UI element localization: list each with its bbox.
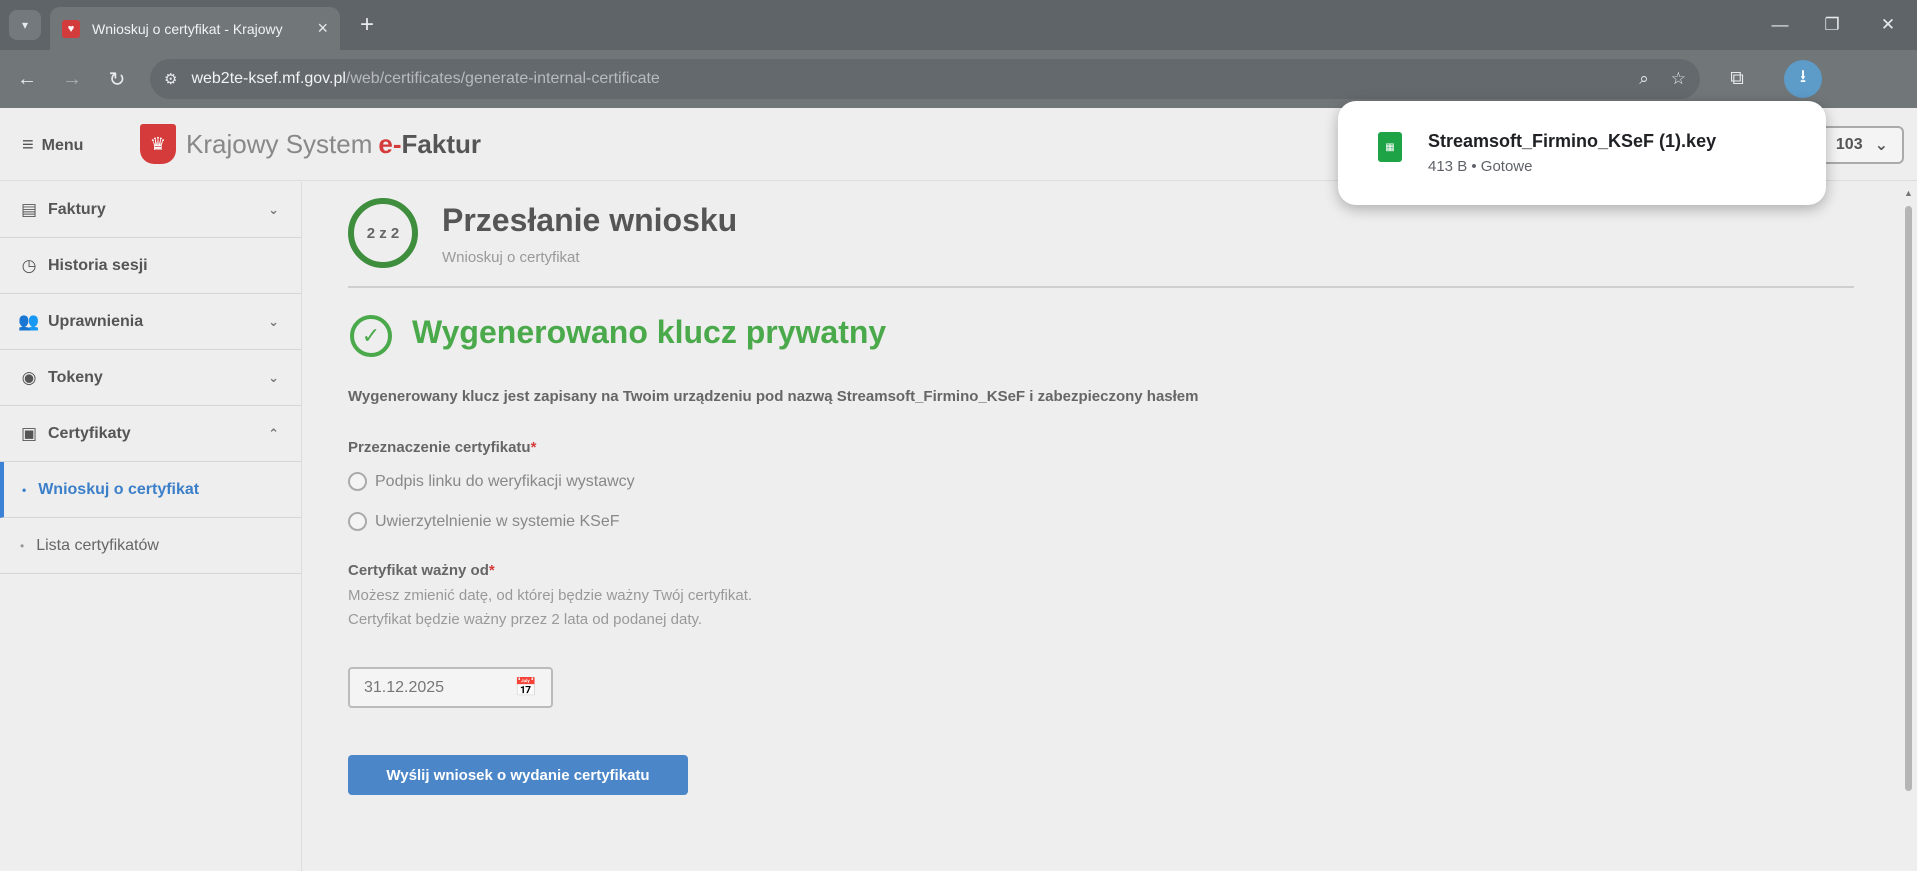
- clock-icon: ◷: [21, 255, 37, 275]
- certificate-icon: ▣: [20, 423, 38, 443]
- sidebar-item-label: Historia sesji: [48, 256, 148, 274]
- url-host: web2te-ksef.mf.gov.pl: [191, 70, 346, 87]
- sidebar-item-label: Tokeny: [48, 368, 103, 386]
- token-icon: ◉: [21, 367, 37, 387]
- bullet-icon: •: [22, 482, 27, 497]
- file-spreadsheet-icon: ▦: [1378, 132, 1402, 162]
- check-circle-icon: ✓: [350, 315, 392, 357]
- sidebar-item-uprawnienia[interactable]: 👥 Uprawnienia ⌄: [0, 294, 301, 350]
- browser-toolbar: ← → ↻ ⚙ web2te-ksef.mf.gov.pl/web/certif…: [0, 50, 1917, 108]
- sidebar-item-faktury[interactable]: ▤ Faktury ⌄: [0, 182, 301, 238]
- submit-request-button[interactable]: Wyślij wniosek o wydanie certyfikatu: [348, 755, 688, 795]
- hamburger-icon: ≡: [22, 134, 34, 156]
- arrow-left-icon: ←: [17, 67, 37, 90]
- document-icon: ▤: [20, 199, 38, 219]
- download-file-name[interactable]: Streamsoft_Firmino_KSeF (1).key: [1428, 131, 1716, 152]
- chevron-down-icon: ▾: [21, 18, 29, 32]
- sidebar-subitem-wnioskuj[interactable]: • Wnioskuj o certyfikat: [0, 462, 301, 518]
- brand-e: e-: [378, 128, 402, 159]
- chevron-up-icon: ⌃: [268, 425, 279, 441]
- tab-title: Wnioskuj o certyfikat - Krajowy: [92, 20, 283, 37]
- sidebar-item-tokeny[interactable]: ◉ Tokeny ⌄: [0, 350, 301, 406]
- sidebar-subitem-lista-certyfikatow[interactable]: • Lista certyfikatów: [0, 518, 301, 574]
- download-indicator-icon[interactable]: ⭳: [1784, 60, 1822, 98]
- site-settings-icon[interactable]: ⚙: [164, 70, 177, 88]
- scroll-thumb[interactable]: [1905, 206, 1912, 791]
- page-subtitle: Wnioskuj o certyfikat: [442, 249, 580, 266]
- sidebar-subitem-label: Lista certyfikatów: [36, 536, 159, 554]
- brand-logo[interactable]: ♛ Krajowy System e- Faktur: [140, 124, 481, 164]
- bullet-icon: •: [20, 538, 25, 553]
- eagle-emblem-icon: ♛: [140, 124, 176, 164]
- restore-icon[interactable]: ❐: [1812, 10, 1852, 40]
- valid-from-label: Certyfikat ważny od*: [348, 562, 495, 579]
- sidebar-item-certyfikaty[interactable]: ▣ Certyfikaty ⌃: [0, 406, 301, 462]
- sidebar-item-historia-sesji[interactable]: ◷ Historia sesji: [0, 238, 301, 294]
- purpose-label: Przeznaczenie certyfikatu*: [348, 439, 536, 456]
- reload-icon: ↻: [108, 68, 126, 91]
- sidebar-subitem-label: Wnioskuj o certyfikat: [38, 480, 200, 498]
- bookmark-star-icon[interactable]: ☆: [1671, 69, 1686, 89]
- tab-close-icon[interactable]: ×: [317, 18, 328, 39]
- browser-tabstrip: ▾ ♥ Wnioskuj o certyfikat - Krajowy × + …: [0, 0, 1917, 50]
- radio-label: Uwierzytelnienie w systemie KSeF: [375, 512, 620, 530]
- step-indicator: 2 z 2: [348, 198, 418, 268]
- sidebar-item-label: Certyfikaty: [48, 424, 131, 442]
- key-info-text: Wygenerowany klucz jest zapisany na Twoi…: [348, 388, 1199, 405]
- menu-button[interactable]: ≡ Menu: [22, 134, 83, 157]
- chevron-down-icon: ⌄: [268, 369, 279, 385]
- new-tab-button[interactable]: +: [352, 10, 382, 40]
- reload-button[interactable]: ↻: [102, 64, 132, 94]
- chevron-down-icon: ⌄: [1874, 137, 1888, 154]
- radio-button[interactable]: [348, 512, 367, 531]
- required-mark: *: [488, 562, 495, 579]
- sidebar: ▤ Faktury ⌄ ◷ Historia sesji 👥 Uprawnien…: [0, 182, 302, 871]
- chevron-down-icon: ⌄: [268, 201, 279, 217]
- menu-label: Menu: [41, 136, 84, 154]
- forward-button[interactable]: →: [57, 64, 87, 94]
- page-scrollbar[interactable]: ▲: [1899, 186, 1917, 871]
- radio-button[interactable]: [348, 472, 367, 491]
- address-bar[interactable]: ⚙ web2te-ksef.mf.gov.pl/web/certificates…: [150, 59, 1700, 99]
- browser-tab-active[interactable]: ♥ Wnioskuj o certyfikat - Krajowy ×: [50, 7, 340, 50]
- chevron-down-icon: ⌄: [268, 313, 279, 329]
- arrow-right-icon: →: [62, 67, 82, 90]
- valid-from-help: Możesz zmienić datę, od której będzie wa…: [348, 587, 753, 628]
- sidebar-item-label: Faktury: [48, 200, 106, 218]
- brand-bold: Faktur: [401, 128, 481, 159]
- purpose-option-authentication[interactable]: Uwierzytelnienie w systemie KSeF: [348, 512, 620, 531]
- purpose-option-link-signature[interactable]: Podpis linku do weryfikacji wystawcy: [348, 472, 635, 491]
- radio-label: Podpis linku do weryfikacji wystawcy: [375, 472, 635, 490]
- window-close-icon[interactable]: ✕: [1868, 10, 1908, 40]
- tab-favicon-icon: ♥: [62, 19, 80, 38]
- divider: [348, 286, 1854, 288]
- download-popup[interactable]: ▦ Streamsoft_Firmino_KSeF (1).key 413 B …: [1338, 101, 1826, 205]
- users-icon: 👥: [18, 311, 40, 331]
- brand-regular: Krajowy System: [186, 128, 373, 159]
- back-button[interactable]: ←: [12, 64, 42, 94]
- sidebar-item-label: Uprawnienia: [48, 312, 144, 330]
- extensions-icon[interactable]: ⧉: [1722, 64, 1752, 94]
- zoom-icon[interactable]: ⌕: [1639, 69, 1649, 89]
- success-title: Wygenerowano klucz prywatny: [412, 314, 887, 350]
- tab-search-button[interactable]: ▾: [9, 10, 41, 40]
- download-status: 413 B • Gotowe: [1428, 158, 1533, 175]
- valid-from-label-text: Certyfikat ważny od: [348, 562, 489, 579]
- page-title: Przesłanie wniosku: [442, 202, 738, 238]
- url-path: /web/certificates/generate-internal-cert…: [345, 70, 660, 87]
- required-mark: *: [530, 439, 537, 456]
- date-value: 31.12.2025: [364, 678, 445, 696]
- minimize-icon[interactable]: —: [1760, 10, 1800, 40]
- user-context-value: 103: [1835, 136, 1863, 153]
- calendar-icon[interactable]: 📅: [515, 677, 537, 698]
- scroll-up-icon[interactable]: ▲: [1904, 188, 1913, 198]
- date-input[interactable]: 31.12.2025 📅: [348, 667, 553, 708]
- purpose-label-text: Przeznaczenie certyfikatu: [348, 439, 531, 456]
